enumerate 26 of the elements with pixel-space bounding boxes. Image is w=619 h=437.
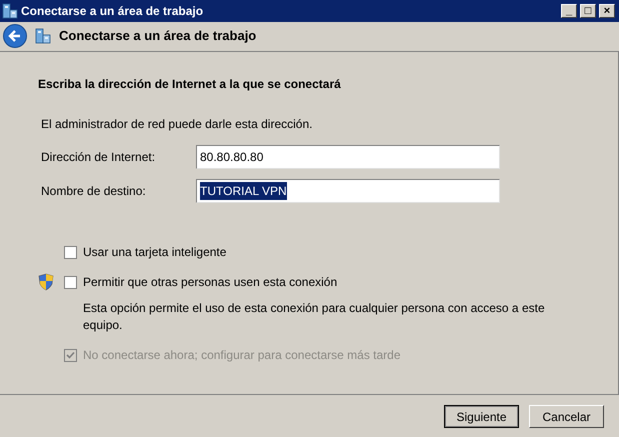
checkmark-icon [66,350,75,360]
app-icon [2,3,18,19]
checkbox-label: Permitir que otras personas usen esta conexión [83,274,338,291]
window-control-button[interactable]: × [599,4,615,18]
window-control-button[interactable]: _ [561,4,577,18]
dialog-button[interactable]: Siguiente [444,405,519,428]
dialog-button[interactable]: Cancelar [529,405,604,428]
header-title: Conectarse a un área de trabajo [59,26,256,45]
back-button[interactable] [3,24,27,48]
building-icon [35,28,51,44]
page-heading: Escriba la dirección de Internet a la que se conectará [38,76,342,93]
intro-text: El administrador de red puede darle esta dirección. [41,116,314,133]
text-field[interactable]: TUTORIAL VPN [196,179,500,203]
field-label: Dirección de Internet: [41,149,156,166]
checkbox-label: No conectarse ahora; configurar para conectarse más tarde [83,347,401,364]
text-field[interactable]: 80.80.80.80 [196,145,500,169]
window-control-button[interactable]: □ [580,4,596,18]
back-arrow-icon [8,28,22,42]
option-description: Esta opción permite el uso de esta conexión para cualquier persona con acceso a este equipo. [83,300,546,334]
field-value: TUTORIAL VPN [200,182,287,200]
checkbox[interactable] [64,246,77,258]
field-label: Nombre de destino: [41,183,147,200]
checkbox[interactable] [64,276,77,288]
window-title: Conectarse a un área de trabajo [21,3,204,20]
field-value: 80.80.80.80 [200,149,264,166]
checkbox-label: Usar una tarjeta inteligente [83,244,226,261]
